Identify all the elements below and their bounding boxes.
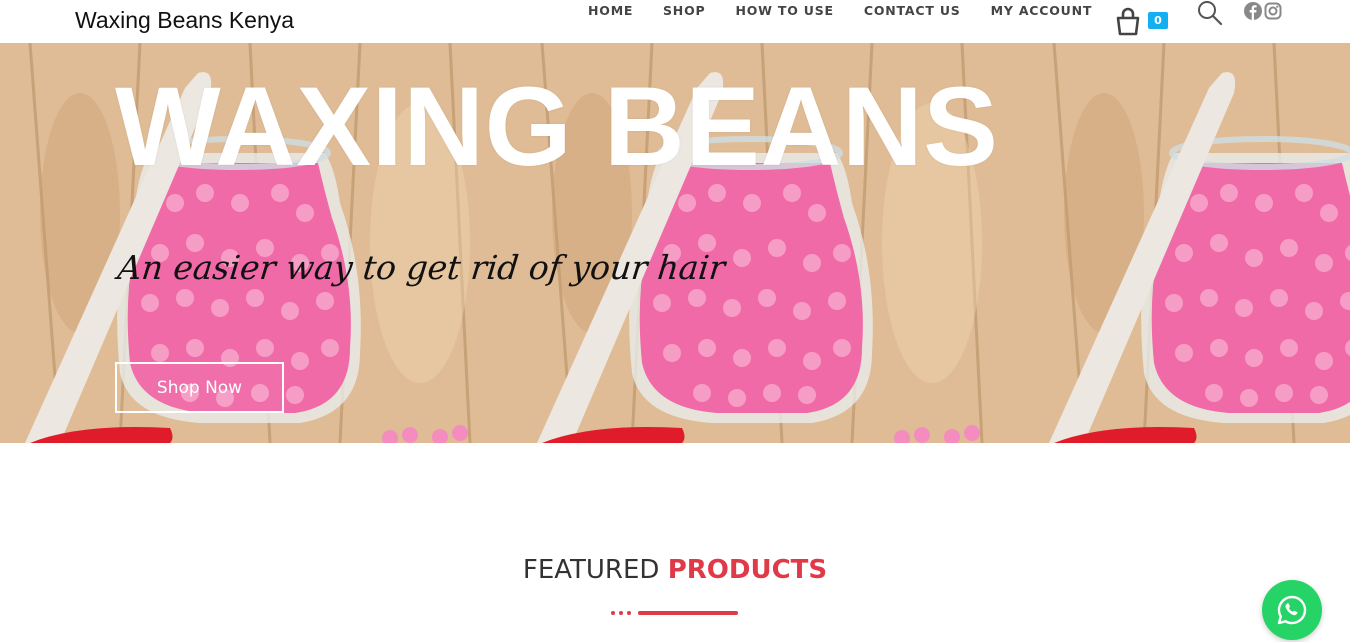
nav-contact-us[interactable]: CONTACT US: [864, 3, 961, 18]
nav-my-account[interactable]: MY ACCOUNT: [991, 3, 1093, 18]
divider-dot: [611, 611, 615, 615]
main-nav: HOME SHOP HOW TO USE CONTACT US MY ACCOU…: [588, 3, 1122, 18]
search-icon[interactable]: [1196, 0, 1224, 26]
nav-how-to-use[interactable]: HOW TO USE: [735, 3, 833, 18]
products-word: PRODUCTS: [667, 555, 828, 585]
site-header: Waxing Beans Kenya HOME SHOP HOW TO USE …: [0, 0, 1350, 43]
nav-home[interactable]: HOME: [588, 3, 633, 18]
heading-divider: [611, 610, 739, 616]
divider-bar: [638, 611, 738, 615]
whatsapp-chat-button[interactable]: [1262, 580, 1322, 640]
site-title[interactable]: Waxing Beans Kenya: [75, 7, 294, 34]
hero-title: WAXING BEANS: [115, 64, 999, 189]
hero-banner: WAXING BEANS An easier way to get rid of…: [0, 43, 1350, 443]
shop-now-button[interactable]: Shop Now: [115, 362, 284, 413]
featured-word: FEATURED: [522, 555, 660, 585]
featured-products-heading: FEATURED PRODUCTS: [0, 555, 1350, 585]
hero-image-tile: [1024, 43, 1350, 443]
facebook-icon[interactable]: [1244, 2, 1262, 20]
instagram-icon[interactable]: [1264, 2, 1282, 20]
divider-dot: [619, 611, 623, 615]
divider-dot: [627, 611, 631, 615]
hero-subtitle: An easier way to get rid of your hair: [115, 248, 728, 287]
nav-shop[interactable]: SHOP: [663, 3, 705, 18]
cart-count-badge: 0: [1148, 12, 1168, 29]
shopping-bag-icon[interactable]: [1112, 5, 1144, 37]
whatsapp-icon: [1277, 595, 1307, 625]
